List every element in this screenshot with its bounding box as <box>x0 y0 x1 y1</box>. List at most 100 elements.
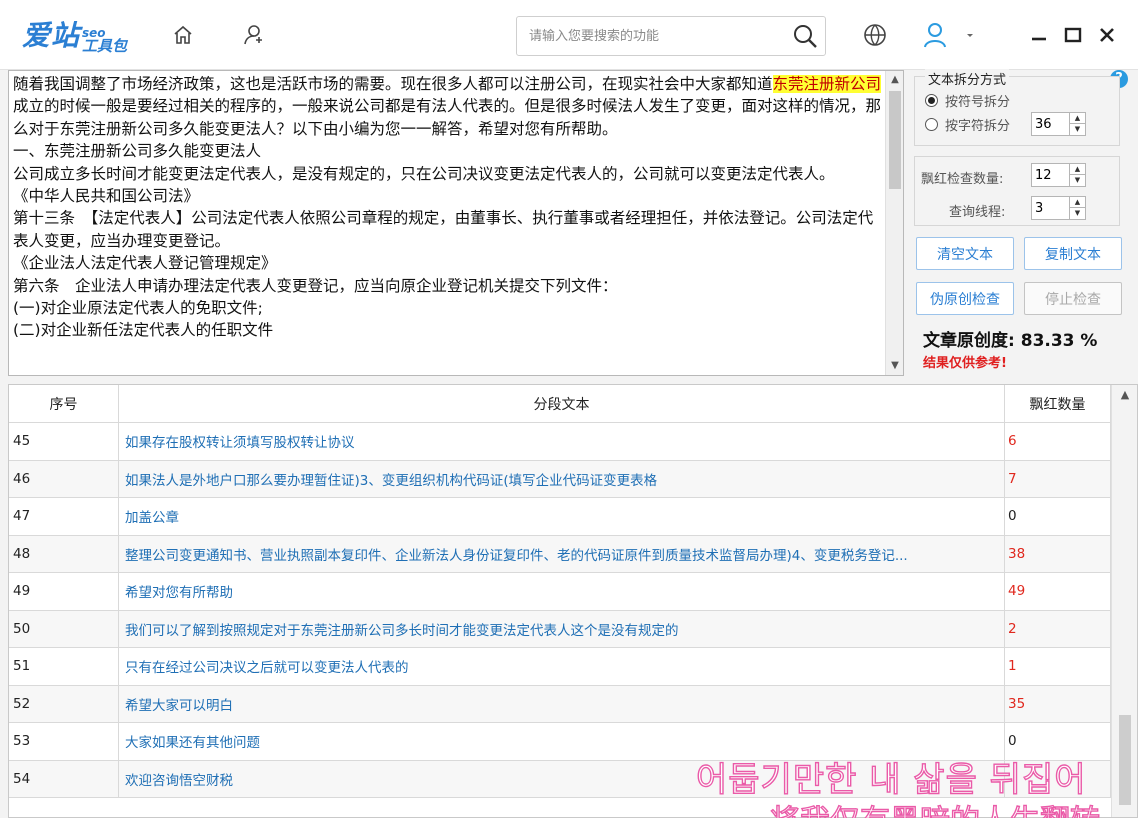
result-note: 结果仅供参考! <box>923 356 1007 371</box>
originality-value: 83.33 % <box>1020 331 1098 351</box>
split-by-symbol-radio[interactable] <box>925 94 938 107</box>
chars-stepper[interactable]: ▲▼ <box>1031 112 1086 136</box>
threads-input[interactable] <box>1035 199 1063 217</box>
row-red-count: 2 <box>1005 610 1111 647</box>
row-number: 51 <box>9 648 119 685</box>
red-check-input[interactable] <box>1035 166 1063 184</box>
row-red-count: 35 <box>1005 685 1111 722</box>
originality-score: 文章原创度: 83.33 % <box>923 326 1097 351</box>
red-check-label: 飘红检查数量: <box>921 172 1004 187</box>
search-icon[interactable] <box>785 17 825 55</box>
table-body: 45 如果存在股权转让须填写股权转让协议 6 46 如果法人是外地户口那么要办理暂住证)… <box>9 423 1111 798</box>
chars-stepper-buttons[interactable]: ▲ ▼ <box>1069 113 1085 135</box>
threads-label: 查询线程: <box>949 205 1006 220</box>
home-icon[interactable] <box>170 22 196 48</box>
editor-scrollbar[interactable]: ▲ ▼ <box>885 71 903 375</box>
scroll-up-icon[interactable]: ▲ <box>886 71 903 89</box>
stepper-down-icon[interactable]: ▼ <box>1070 124 1085 135</box>
settings-panel: ? 文本拆分方式 按符号拆分 按字符拆分 ▲▼ 飘红检查数量: ▲▼ 查询线程:… <box>906 69 1138 380</box>
minimize-icon[interactable] <box>1026 22 1052 48</box>
split-mode-title: 文本拆分方式 <box>925 69 1010 88</box>
basketball-icon[interactable] <box>860 22 890 48</box>
row-number: 49 <box>9 573 119 610</box>
col-header-no[interactable]: 序号 <box>9 385 119 423</box>
row-number: 47 <box>9 498 119 535</box>
row-number: 52 <box>9 685 119 722</box>
row-red-count: 49 <box>1005 573 1111 610</box>
stepper-down-icon[interactable]: ▼ <box>1070 175 1085 186</box>
search-box[interactable] <box>516 16 826 56</box>
stepper-down-icon[interactable]: ▼ <box>1070 208 1085 219</box>
copy-text-button[interactable]: 复制文本 <box>1024 237 1122 270</box>
table-row[interactable]: 47 加盖公章 0 <box>9 498 1111 536</box>
red-check-stepper[interactable]: ▲▼ <box>1031 163 1086 187</box>
article-highlight: 东莞注册新公司 <box>772 75 882 93</box>
table-scroll-thumb[interactable] <box>1119 715 1131 805</box>
table-header: 序号 分段文本 飘红数量 <box>9 385 1111 423</box>
stepper-up-icon[interactable]: ▲ <box>1070 197 1085 208</box>
row-text[interactable]: 如果存在股权转让须填写股权转让协议 <box>119 423 1005 460</box>
row-number: 53 <box>9 723 119 760</box>
split-by-symbol-option[interactable]: 按符号拆分 <box>925 91 1010 110</box>
row-text[interactable]: 我们可以了解到按照规定对于东莞注册新公司多长时间才能变更法定代表人这个是没有规定… <box>119 610 1005 647</box>
editor-scroll-thumb[interactable] <box>889 91 901 189</box>
check-settings-group: 飘红检查数量: ▲▼ 查询线程: ▲▼ <box>914 156 1120 226</box>
subtitle-chinese: 将我仅有黑暗的人生翻转 <box>769 796 1100 818</box>
chars-input[interactable] <box>1035 115 1063 133</box>
logo-tool-text: 工具包 <box>82 37 128 55</box>
article-textarea[interactable]: 随着我国调整了市场经济政策，这也是活跃市场的需要。现在很多人都可以注册公司，在现… <box>8 70 904 376</box>
search-input[interactable] <box>529 25 779 47</box>
stepper-up-icon[interactable]: ▲ <box>1070 113 1085 124</box>
table-scrollbar[interactable]: ▲ <box>1111 385 1137 817</box>
user-dropdown-icon[interactable] <box>962 22 978 48</box>
col-header-text[interactable]: 分段文本 <box>119 385 1005 423</box>
row-text[interactable]: 希望对您有所帮助 <box>119 573 1005 610</box>
title-bar: 爱站 seo 工具包 <box>0 0 1138 70</box>
close-icon[interactable] <box>1094 22 1120 48</box>
row-red-count: 7 <box>1005 460 1111 497</box>
app-logo: 爱站 seo 工具包 <box>22 14 127 54</box>
row-number: 46 <box>9 460 119 497</box>
table-row[interactable]: 48 整理公司变更通知书、营业执照副本复印件、企业新法人身份证复印件、老的代码证原… <box>9 535 1111 573</box>
row-number: 48 <box>9 535 119 572</box>
row-text[interactable]: 加盖公章 <box>119 498 1005 535</box>
logo-main-text: 爱站 <box>22 19 81 52</box>
split-by-chars-radio[interactable] <box>925 118 938 131</box>
originality-label: 文章原创度: <box>923 331 1015 351</box>
split-by-chars-label: 按字符拆分 <box>945 119 1011 134</box>
scroll-down-icon[interactable]: ▼ <box>886 357 903 375</box>
row-red-count: 0 <box>1005 498 1111 535</box>
row-text[interactable]: 如果法人是外地户口那么要办理暂住证)3、变更组织机构代码证(填写企业代码证变更表… <box>119 460 1005 497</box>
stepper-up-icon[interactable]: ▲ <box>1070 164 1085 175</box>
maximize-icon[interactable] <box>1060 22 1086 48</box>
pseudo-original-check-button[interactable]: 伪原创检查 <box>916 282 1014 315</box>
row-number: 45 <box>9 423 119 460</box>
col-header-count[interactable]: 飘红数量 <box>1005 385 1111 423</box>
table-scroll-up-icon[interactable]: ▲ <box>1112 385 1137 405</box>
split-by-chars-option[interactable]: 按字符拆分 <box>925 115 1010 134</box>
row-text[interactable]: 只有在经过公司决议之后就可以变更法人代表的 <box>119 648 1005 685</box>
subtitle-korean: 어둡기만한 내 삶을 뒤집어 <box>695 759 1087 800</box>
threads-stepper-buttons[interactable]: ▲ ▼ <box>1069 197 1085 219</box>
table-row[interactable]: 51 只有在经过公司决议之后就可以变更法人代表的 1 <box>9 648 1111 686</box>
table-row[interactable]: 46 如果法人是外地户口那么要办理暂住证)3、变更组织机构代码证(填写企业代码证变… <box>9 460 1111 498</box>
split-mode-group: 文本拆分方式 按符号拆分 按字符拆分 ▲▼ <box>914 69 1120 146</box>
row-text[interactable]: 整理公司变更通知书、营业执照副本复印件、企业新法人身份证复印件、老的代码证原件到… <box>119 535 1005 572</box>
article-text-after: 成立的时候一般是要经过相关的程序的，一般来说公司都是有法人代表的。但是很多时候法… <box>13 97 882 340</box>
logo-sub: seo 工具包 <box>82 27 127 54</box>
article-text-before: 随着我国调整了市场经济政策，这也是活跃市场的需要。现在很多人都可以注册公司，在现… <box>13 75 773 93</box>
table-row[interactable]: 45 如果存在股权转让须填写股权转让协议 6 <box>9 423 1111 461</box>
table-row[interactable]: 50 我们可以了解到按照规定对于东莞注册新公司多长时间才能变更法定代表人这个是没有… <box>9 610 1111 648</box>
user-icon[interactable] <box>922 22 948 48</box>
user-switch-icon[interactable] <box>240 22 266 48</box>
stop-check-button: 停止检查 <box>1024 282 1122 315</box>
table-row[interactable]: 49 希望对您有所帮助 49 <box>9 573 1111 611</box>
clear-text-button[interactable]: 清空文本 <box>916 237 1014 270</box>
row-text[interactable]: 希望大家可以明白 <box>119 685 1005 722</box>
row-red-count: 6 <box>1005 423 1111 460</box>
table-row[interactable]: 52 希望大家可以明白 35 <box>9 685 1111 723</box>
row-red-count: 1 <box>1005 648 1111 685</box>
row-red-count: 38 <box>1005 535 1111 572</box>
red-check-stepper-buttons[interactable]: ▲ ▼ <box>1069 164 1085 186</box>
threads-stepper[interactable]: ▲▼ <box>1031 196 1086 220</box>
